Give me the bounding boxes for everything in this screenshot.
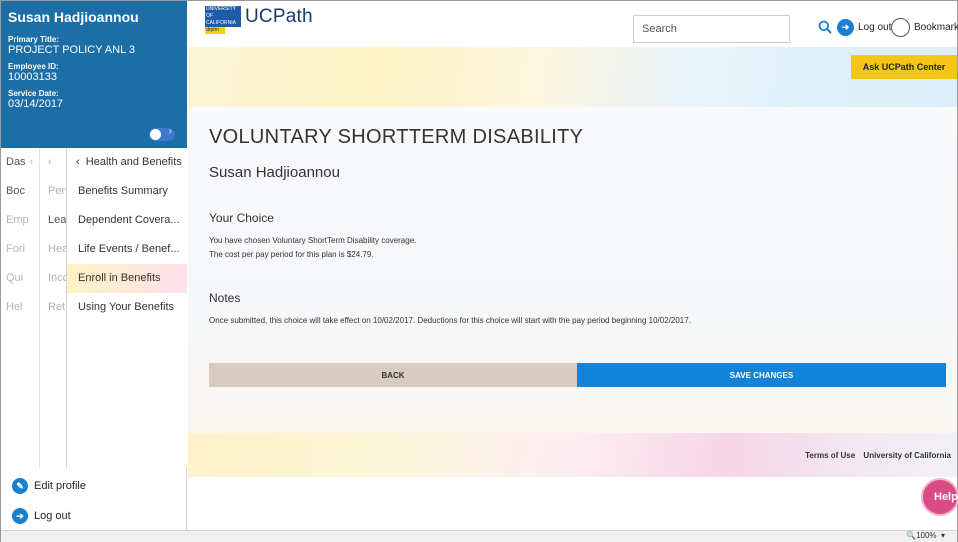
menu2-item-3[interactable]: Lea: [40, 206, 67, 235]
save-changes-button[interactable]: SAVE CHANGES: [577, 363, 946, 387]
notes-heading: Notes: [209, 291, 241, 305]
sidebar-logout-link[interactable]: ➔ Log out: [1, 501, 187, 531]
menu3-item-using-your-benefits[interactable]: Using Your Benefits: [67, 293, 187, 322]
menu-level-3: ‹ Health and Benefits Benefits Summary D…: [66, 148, 187, 468]
menu3-item-benefits-summary[interactable]: Benefits Summary: [67, 177, 187, 206]
chevron-left-icon: ‹: [76, 156, 80, 168]
sidebar-bottom-actions: ✎ Edit profile ➔ Log out: [1, 471, 187, 531]
toggle-knob: [150, 129, 161, 140]
uc-logo[interactable]: UNIVERSITY OF CALIFORNIA drptrn: [205, 6, 241, 34]
menu1-item-dashboard[interactable]: Das ‹: [1, 148, 39, 177]
ask-ucpath-center-button[interactable]: Ask UCPath Center: [851, 55, 957, 79]
primary-title-value: PROJECT POLICY ANL 3: [8, 44, 135, 56]
main-content-card: VOLUNTARY SHORTTERM DISABILITY Susan Had…: [188, 107, 957, 433]
magnifier-icon: 🔍: [906, 531, 917, 540]
menu3-item-enroll-in-benefits[interactable]: Enroll in Benefits: [67, 264, 187, 293]
employee-id-value: 10003133: [8, 71, 57, 83]
employee-name: Susan Hadjioannou: [209, 164, 340, 181]
header-logout-button[interactable]: ➔ Log out: [837, 18, 891, 36]
chevron-down-icon: ▾: [940, 531, 945, 540]
menu1-item-6[interactable]: Hel: [1, 293, 39, 322]
menu2-item-5[interactable]: Inco: [40, 264, 67, 293]
profile-panel: Susan Hadjioannou Primary Title: PROJECT…: [1, 1, 187, 148]
menu-level-1: Das ‹ Boc Emp Fori Qui Hel: [1, 148, 39, 468]
primary-title-label: Primary Title:: [8, 35, 59, 44]
employee-id-label: Employee ID:: [8, 62, 59, 71]
menu3-item-dependent-coverage[interactable]: Dependent Covera...: [67, 206, 187, 235]
menu2-item-2[interactable]: Pers: [40, 177, 67, 206]
menu1-item-4[interactable]: Fori: [1, 235, 39, 264]
bookmark-icon: [891, 17, 910, 37]
menu1-item-2[interactable]: Boc: [1, 177, 39, 206]
footer-links: Terms of Use University of California: [799, 451, 951, 460]
menu1-item-3[interactable]: Emp: [1, 206, 39, 235]
notes-text: Once submitted, this choice will take ef…: [209, 316, 691, 325]
help-button[interactable]: Help: [921, 478, 958, 516]
chevron-right-icon: ›: [168, 126, 172, 137]
your-choice-heading: Your Choice: [209, 211, 274, 225]
footer: Terms of Use University of California: [188, 433, 957, 477]
menu1-item-5[interactable]: Qui: [1, 264, 39, 293]
chevron-left-icon: ‹: [29, 156, 34, 168]
menu-level-2: ‹ Pers Lea Hea Inco Ret: [39, 148, 67, 468]
menu3-item-life-events[interactable]: Life Events / Benef...: [67, 235, 187, 264]
search-input[interactable]: [633, 15, 790, 43]
terms-of-use-link[interactable]: Terms of Use: [805, 451, 855, 460]
pencil-icon: ✎: [12, 478, 28, 494]
back-button[interactable]: BACK: [209, 363, 577, 387]
page-title: VOLUNTARY SHORTTERM DISABILITY: [209, 126, 584, 148]
profile-name: Susan Hadjioannou: [8, 9, 139, 25]
menu3-back-health-benefits[interactable]: ‹ Health and Benefits: [67, 148, 187, 177]
search-icon[interactable]: [818, 20, 832, 34]
top-header: UNIVERSITY OF CALIFORNIA drptrn UCPath ➔…: [188, 1, 958, 47]
menu2-back[interactable]: ‹: [40, 148, 67, 177]
hero-banner: Ask UCPath Center: [188, 47, 957, 107]
choice-cost: The cost per pay period for this plan is…: [209, 250, 374, 259]
choice-description: You have chosen Voluntary ShortTerm Disa…: [209, 236, 417, 245]
service-date-value: 03/14/2017: [8, 98, 64, 110]
chevron-left-icon: ‹: [48, 156, 52, 168]
menu2-item-6[interactable]: Ret: [40, 293, 67, 322]
logout-icon: ➔: [12, 508, 28, 524]
logout-icon: ➔: [837, 18, 854, 36]
edit-profile-link[interactable]: ✎ Edit profile: [1, 471, 187, 501]
service-date-label: Service Date:: [8, 89, 59, 98]
sidebar-collapse-toggle[interactable]: ›: [149, 126, 175, 141]
left-sidebar: Susan Hadjioannou Primary Title: PROJECT…: [1, 1, 187, 530]
menu2-item-4[interactable]: Hea: [40, 235, 67, 264]
browser-status-bar: 🔍100% ▾: [1, 530, 957, 542]
university-of-california-link[interactable]: University of California: [863, 451, 951, 460]
bookmark-button[interactable]: Bookmark: [891, 17, 958, 37]
zoom-level[interactable]: 🔍100% ▾: [906, 531, 945, 540]
app-title[interactable]: UCPath: [245, 6, 313, 28]
